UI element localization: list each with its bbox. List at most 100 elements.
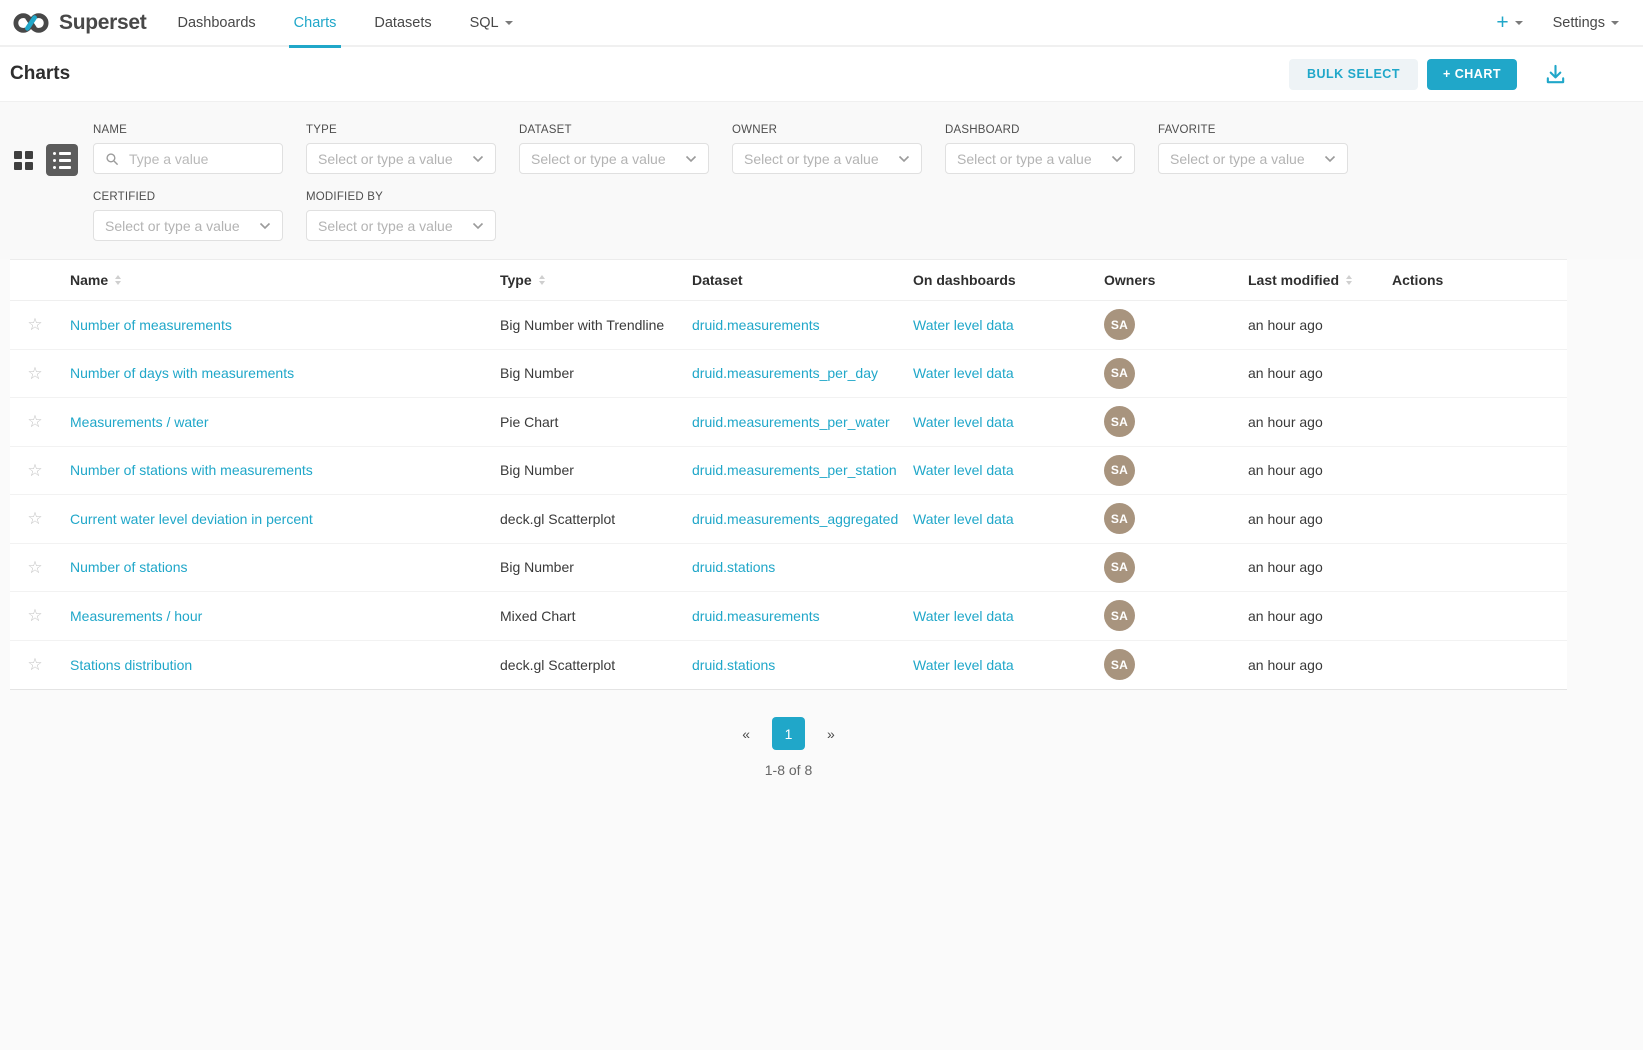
page-title: Charts	[10, 63, 70, 85]
view-toggles	[14, 144, 78, 176]
certified-select[interactable]: Select or type a value	[93, 210, 283, 241]
table-row: ☆ Stations distribution deck.gl Scatterp…	[10, 641, 1567, 690]
dashboard-link[interactable]: Water level data	[913, 462, 1014, 478]
header-last-modified[interactable]: Last modified	[1238, 272, 1382, 288]
header-owners: Owners	[1094, 272, 1238, 288]
superset-logo[interactable]: Superset	[12, 11, 146, 35]
dataset-link[interactable]: druid.stations	[692, 559, 775, 575]
favorite-star-icon[interactable]: ☆	[27, 559, 42, 576]
dashboard-select[interactable]: Select or type a value	[945, 143, 1135, 174]
bulk-select-button[interactable]: BULK SELECT	[1289, 59, 1418, 90]
sort-icon	[115, 275, 121, 285]
next-page-button[interactable]: »	[827, 726, 835, 742]
chart-name-link[interactable]: Measurements / water	[70, 414, 209, 430]
dataset-link[interactable]: druid.measurements_per_day	[692, 365, 878, 381]
filter-grid: NAME TYPE Select or type a value DATASET…	[93, 124, 1643, 241]
dataset-link[interactable]: druid.measurements_per_water	[692, 414, 890, 430]
favorite-star-icon[interactable]: ☆	[27, 365, 42, 382]
chart-type: Big Number	[490, 365, 682, 381]
owner-select[interactable]: Select or type a value	[732, 143, 922, 174]
chart-name-link[interactable]: Stations distribution	[70, 657, 192, 673]
favorite-star-icon[interactable]: ☆	[27, 316, 42, 333]
name-search-input[interactable]	[127, 150, 271, 168]
brand-name: Superset	[59, 11, 146, 35]
filter-dataset-label: DATASET	[519, 124, 709, 136]
dashboard-link[interactable]: Water level data	[913, 317, 1014, 333]
favorite-star-icon[interactable]: ☆	[27, 510, 42, 527]
owner-avatar[interactable]: SA	[1104, 503, 1135, 534]
search-icon	[105, 152, 119, 166]
chart-name-link[interactable]: Measurements / hour	[70, 608, 202, 624]
chart-name-link[interactable]: Current water level deviation in percent	[70, 511, 313, 527]
owners-cell: SA	[1094, 358, 1238, 389]
dataset-link[interactable]: druid.measurements_per_station	[692, 462, 897, 478]
dashboard-link[interactable]: Water level data	[913, 365, 1014, 381]
list-view-icon[interactable]	[46, 144, 78, 176]
card-view-icon[interactable]	[14, 151, 33, 170]
export-download-icon[interactable]	[1544, 63, 1567, 86]
nav-item-datasets[interactable]: Datasets	[355, 0, 450, 46]
chart-name-link[interactable]: Number of stations with measurements	[70, 462, 313, 478]
page-1-button[interactable]: 1	[772, 717, 805, 750]
owner-avatar[interactable]: SA	[1104, 406, 1135, 437]
owner-avatar[interactable]: SA	[1104, 649, 1135, 680]
table-row: ☆ Number of stations with measurements B…	[10, 447, 1567, 496]
header-name[interactable]: Name	[60, 272, 490, 288]
filter-favorite: FAVORITE Select or type a value	[1158, 124, 1348, 174]
table-header-row: Name Type Dataset On dashboards Owners L…	[10, 260, 1567, 301]
filter-dataset: DATASET Select or type a value	[519, 124, 709, 174]
chevron-down-icon	[898, 155, 910, 163]
table-row: ☆ Number of measurements Big Number with…	[10, 301, 1567, 350]
chart-name-link[interactable]: Number of days with measurements	[70, 365, 294, 381]
filter-certified-label: CERTIFIED	[93, 191, 283, 203]
chevron-down-icon	[1111, 155, 1123, 163]
table-row: ☆ Current water level deviation in perce…	[10, 495, 1567, 544]
chart-type: Pie Chart	[490, 414, 682, 430]
last-modified: an hour ago	[1238, 414, 1382, 430]
favorite-star-icon[interactable]: ☆	[27, 413, 42, 430]
favorite-star-icon[interactable]: ☆	[27, 656, 42, 673]
dataset-link[interactable]: druid.measurements	[692, 317, 820, 333]
top-nav: Superset Dashboards Charts Datasets SQL …	[0, 0, 1643, 47]
nav-item-dashboards[interactable]: Dashboards	[158, 0, 274, 46]
modified-by-select[interactable]: Select or type a value	[306, 210, 496, 241]
header-type[interactable]: Type	[490, 272, 682, 288]
header-on-dashboards: On dashboards	[903, 272, 1094, 288]
dataset-link[interactable]: druid.measurements_aggregated	[692, 511, 898, 527]
name-search-field	[93, 143, 283, 174]
dashboard-link[interactable]: Water level data	[913, 608, 1014, 624]
dashboard-link[interactable]: Water level data	[913, 657, 1014, 673]
filter-type-label: TYPE	[306, 124, 496, 136]
owners-cell: SA	[1094, 309, 1238, 340]
add-chart-button[interactable]: + CHART	[1427, 59, 1517, 90]
type-select[interactable]: Select or type a value	[306, 143, 496, 174]
nav-item-charts[interactable]: Charts	[275, 0, 356, 46]
favorite-cell: ☆	[10, 413, 60, 430]
settings-menu[interactable]: Settings	[1553, 15, 1619, 31]
chevron-down-icon	[1611, 21, 1619, 25]
dashboard-link[interactable]: Water level data	[913, 511, 1014, 527]
owner-avatar[interactable]: SA	[1104, 552, 1135, 583]
dataset-link[interactable]: druid.stations	[692, 657, 775, 673]
favorite-cell: ☆	[10, 510, 60, 527]
owner-avatar[interactable]: SA	[1104, 455, 1135, 486]
owner-avatar[interactable]: SA	[1104, 600, 1135, 631]
prev-page-button[interactable]: «	[742, 726, 750, 742]
new-item-button[interactable]: +	[1496, 12, 1522, 33]
chart-name-link[interactable]: Number of stations	[70, 559, 188, 575]
sort-icon	[539, 275, 545, 285]
chart-name-link[interactable]: Number of measurements	[70, 317, 232, 333]
nav-item-sql[interactable]: SQL	[451, 0, 532, 46]
dataset-select[interactable]: Select or type a value	[519, 143, 709, 174]
dashboard-link[interactable]: Water level data	[913, 414, 1014, 430]
dataset-link[interactable]: druid.measurements	[692, 608, 820, 624]
favorite-select[interactable]: Select or type a value	[1158, 143, 1348, 174]
favorite-star-icon[interactable]: ☆	[27, 607, 42, 624]
table-row: ☆ Measurements / water Pie Chart druid.m…	[10, 398, 1567, 447]
filter-dashboard: DASHBOARD Select or type a value	[945, 124, 1135, 174]
owner-avatar[interactable]: SA	[1104, 358, 1135, 389]
favorite-star-icon[interactable]: ☆	[27, 462, 42, 479]
modified-by-select-placeholder: Select or type a value	[318, 218, 464, 234]
nav-right: + Settings	[1496, 12, 1629, 33]
owner-avatar[interactable]: SA	[1104, 309, 1135, 340]
